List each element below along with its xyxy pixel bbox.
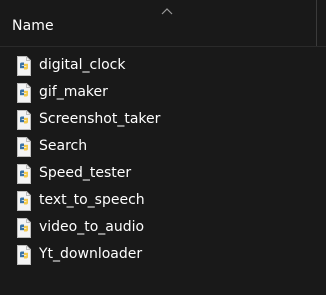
file-name: text_to_speech — [39, 192, 145, 208]
file-name: gif_maker — [39, 84, 108, 100]
python-file-icon — [17, 83, 31, 103]
file-name: video_to_audio — [39, 219, 145, 235]
file-item[interactable]: Search — [0, 135, 326, 162]
python-file-icon — [17, 218, 31, 238]
file-item[interactable]: Speed_tester — [0, 162, 326, 189]
column-divider[interactable] — [316, 0, 317, 46]
chevron-up-icon[interactable] — [161, 7, 173, 15]
file-item[interactable]: Yt_downloader — [0, 243, 326, 270]
file-name: Screenshot_taker — [39, 111, 161, 127]
column-header-bar: Name — [0, 0, 326, 47]
file-list: digital_clock gif_maker Screenshot_taker… — [0, 54, 326, 270]
file-item[interactable]: video_to_audio — [0, 216, 326, 243]
file-explorer-view: Name digital_clock gif_maker Screenshot_… — [0, 0, 326, 295]
file-item[interactable]: Screenshot_taker — [0, 108, 326, 135]
file-item[interactable]: text_to_speech — [0, 189, 326, 216]
name-column-header[interactable]: Name — [12, 18, 54, 34]
file-name: Speed_tester — [39, 165, 132, 181]
file-item[interactable]: gif_maker — [0, 81, 326, 108]
file-name: Search — [39, 138, 88, 154]
python-file-icon — [17, 56, 31, 76]
python-file-icon — [17, 164, 31, 184]
python-file-icon — [17, 110, 31, 130]
python-file-icon — [17, 137, 31, 157]
file-item[interactable]: digital_clock — [0, 54, 326, 81]
python-file-icon — [17, 191, 31, 211]
python-file-icon — [17, 245, 31, 265]
file-name: digital_clock — [39, 57, 126, 73]
file-name: Yt_downloader — [39, 246, 143, 262]
